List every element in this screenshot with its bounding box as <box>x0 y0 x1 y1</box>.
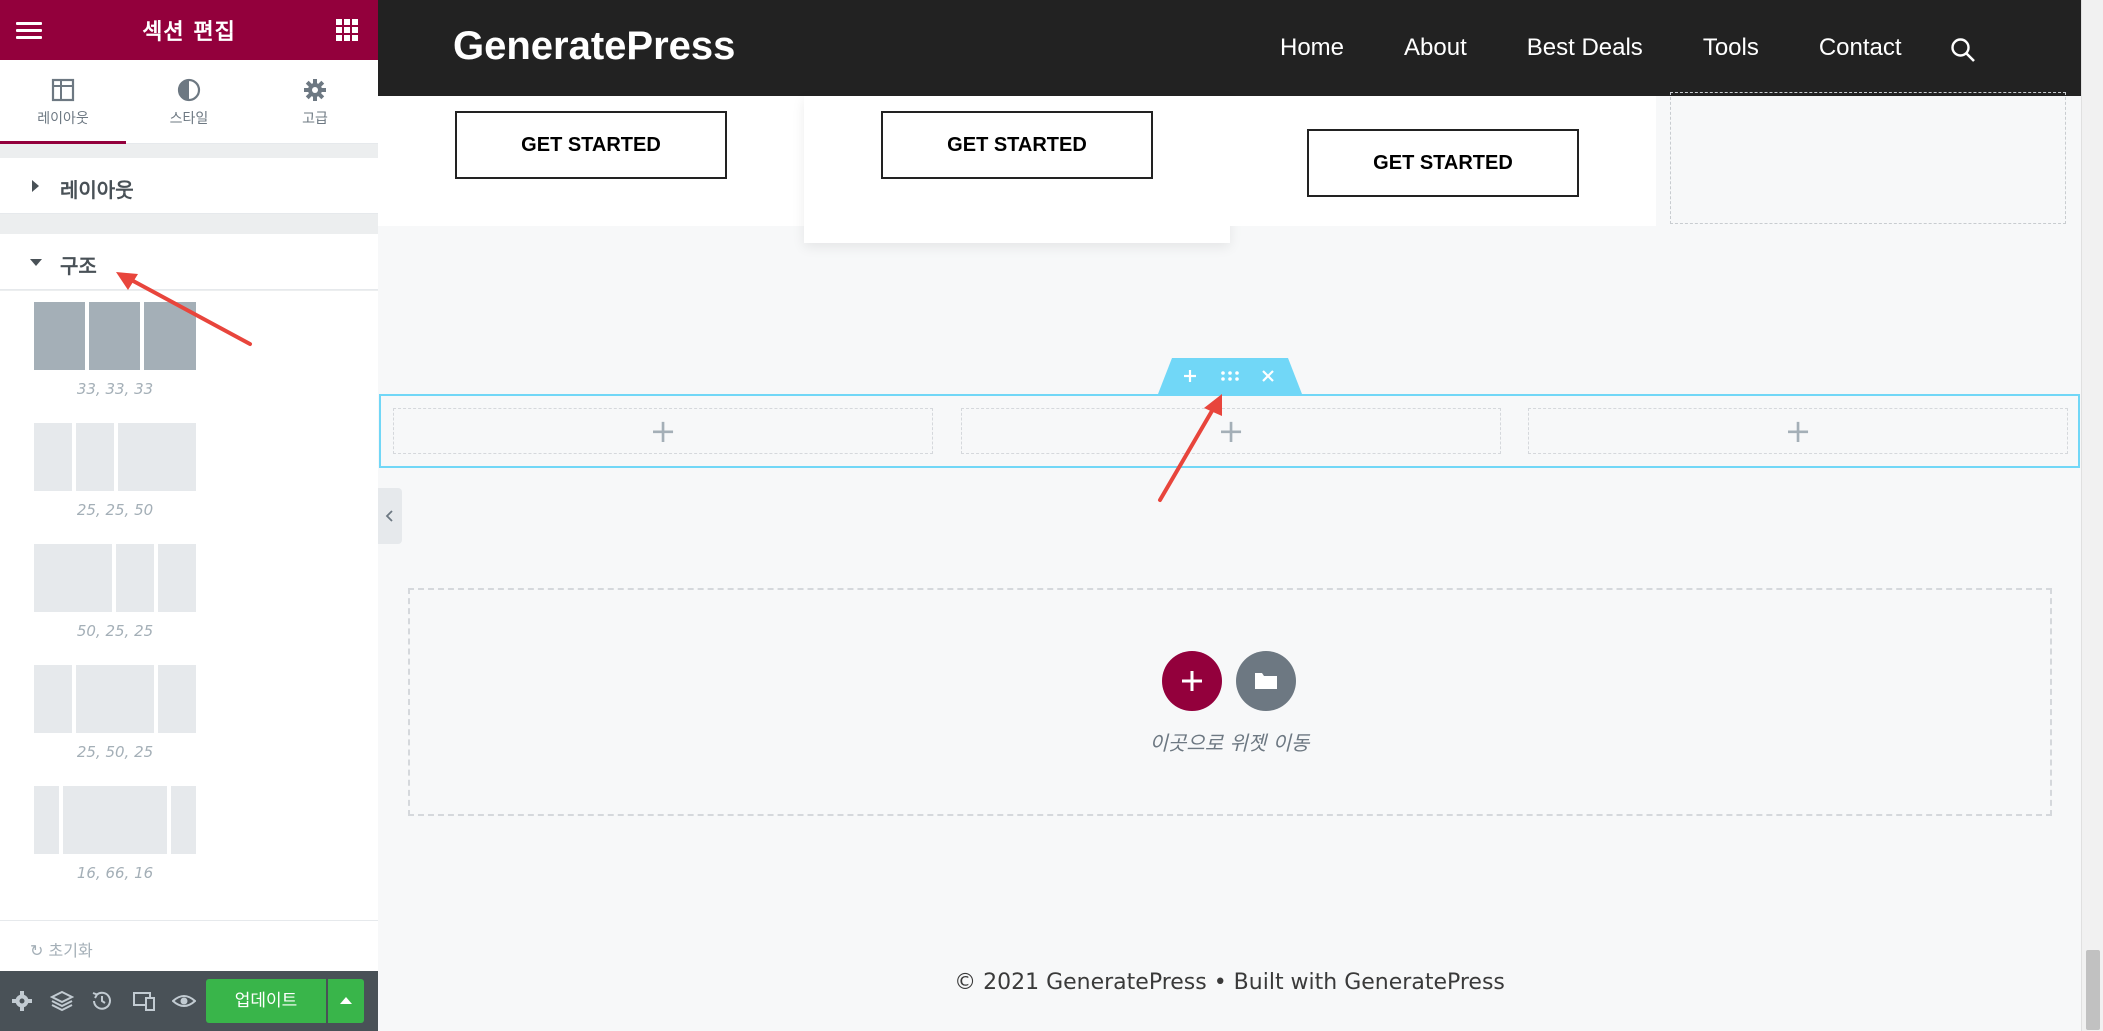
add-widget-plus-icon: + <box>649 412 677 450</box>
navigator-layers-icon[interactable] <box>49 989 75 1013</box>
tab-style[interactable]: 스타일 <box>126 60 252 143</box>
elementor-panel: 섹션 편집 레이아웃 스타일 고급 레이아웃 구조 33, 33, 33 25,… <box>0 0 378 1031</box>
main-nav: Home About Best Deals Tools Contact <box>1280 34 1962 62</box>
add-widget-plus-icon: + <box>1217 412 1245 450</box>
caret-right-icon <box>32 180 39 192</box>
preset-25-50-25[interactable]: 25, 50, 25 <box>34 665 196 761</box>
structure-section-label: 구조 <box>60 254 97 278</box>
preset-caption: 25, 50, 25 <box>76 743 154 761</box>
preset-50-25-25[interactable]: 50, 25, 25 <box>34 544 196 640</box>
nav-tools[interactable]: Tools <box>1703 34 1759 62</box>
preset-33-33-33[interactable]: 33, 33, 33 <box>34 302 196 398</box>
widget-drop-area <box>408 588 2052 816</box>
new-section-outline: + + + <box>379 394 2080 468</box>
tab-advanced-label: 고급 <box>302 111 328 127</box>
nav-best-deals[interactable]: Best Deals <box>1527 34 1643 62</box>
preset-25-25-50[interactable]: 25, 25, 50 <box>34 423 196 519</box>
history-icon[interactable] <box>90 989 114 1013</box>
nav-contact[interactable]: Contact <box>1819 34 1902 62</box>
editor-preview: GeneratePress Home About Best Deals Tool… <box>378 0 2081 1031</box>
update-button[interactable]: 업데이트 <box>206 979 326 1023</box>
empty-column-placeholder <box>1670 92 2066 224</box>
panel-tabs: 레이아웃 스타일 고급 <box>0 60 378 144</box>
structure-presets: 33, 33, 33 25, 25, 50 50, 25, 25 25, 50,… <box>0 291 378 971</box>
chevron-left-icon <box>385 510 393 522</box>
caret-down-icon <box>30 259 42 266</box>
settings-icon[interactable] <box>10 989 34 1013</box>
add-section-button[interactable] <box>1162 651 1222 711</box>
structure-section-toggle[interactable]: 구조 <box>0 234 378 290</box>
panel-footer: 업데이트 <box>0 971 378 1031</box>
panel-body: 레이아웃 구조 33, 33, 33 25, 25, 50 50, 25, 25… <box>0 144 378 971</box>
panel-title: 섹션 편집 <box>142 20 236 45</box>
tab-layout[interactable]: 레이아웃 <box>0 60 126 144</box>
nav-home[interactable]: Home <box>1280 34 1344 62</box>
site-header: GeneratePress Home About Best Deals Tool… <box>378 0 2081 96</box>
site-logo[interactable]: GeneratePress <box>453 24 735 69</box>
reset-label: 초기화 <box>48 941 93 960</box>
column-placeholder[interactable]: + <box>961 408 1501 454</box>
add-widget-plus-icon: + <box>1784 412 1812 450</box>
contrast-icon <box>177 78 201 102</box>
site-footer: © 2021 GeneratePress • Built with Genera… <box>954 970 1505 995</box>
tab-style-label: 스타일 <box>169 111 209 127</box>
tab-advanced[interactable]: 고급 <box>252 60 378 143</box>
reset-row: ↻ 초기화 <box>0 920 378 971</box>
section-handle[interactable] <box>1158 358 1302 394</box>
scrollbar-thumb[interactable] <box>2086 950 2100 1030</box>
get-started-button[interactable]: GET STARTED <box>881 111 1153 179</box>
add-template-button[interactable] <box>1236 651 1296 711</box>
page-scrollbar[interactable] <box>2081 0 2103 1031</box>
reset-icon: ↻ <box>30 941 44 960</box>
pricing-column: GET STARTED <box>378 96 804 226</box>
preset-caption: 16, 66, 16 <box>76 864 154 882</box>
nav-about[interactable]: About <box>1404 34 1467 62</box>
responsive-mode-icon[interactable] <box>132 989 156 1013</box>
reset-button[interactable]: ↻ 초기화 <box>30 937 93 961</box>
column-placeholder[interactable]: + <box>1528 408 2068 454</box>
folder-icon <box>1255 673 1277 689</box>
preset-16-66-16[interactable]: 16, 66, 16 <box>34 786 196 882</box>
pricing-strip: GET STARTED GET STARTED GET STARTED <box>378 92 2081 243</box>
pricing-column: GET STARTED <box>804 96 1230 243</box>
tab-layout-label: 레이아웃 <box>37 111 89 127</box>
drop-hint-text: 이곳으로 위젯 이동 <box>1149 731 1310 755</box>
layout-section-toggle[interactable]: 레이아웃 <box>0 158 378 214</box>
pricing-column: GET STARTED <box>1230 96 1656 226</box>
preview-eye-icon[interactable] <box>171 989 197 1013</box>
collapse-panel-toggle[interactable] <box>378 488 402 544</box>
gear-icon <box>304 79 326 101</box>
layout-columns-icon <box>51 78 75 102</box>
widgets-grid-icon[interactable] <box>336 19 358 41</box>
save-options-button[interactable] <box>328 979 364 1023</box>
get-started-button[interactable]: GET STARTED <box>455 111 727 179</box>
preset-caption: 33, 33, 33 <box>76 380 154 398</box>
layout-section-label: 레이아웃 <box>60 178 134 202</box>
preset-caption: 50, 25, 25 <box>76 622 154 640</box>
preset-caption: 25, 25, 50 <box>76 501 154 519</box>
get-started-button[interactable]: GET STARTED <box>1307 129 1579 197</box>
column-placeholder[interactable]: + <box>393 408 933 454</box>
panel-header: 섹션 편집 <box>0 0 378 60</box>
search-icon[interactable] <box>1950 37 1976 63</box>
